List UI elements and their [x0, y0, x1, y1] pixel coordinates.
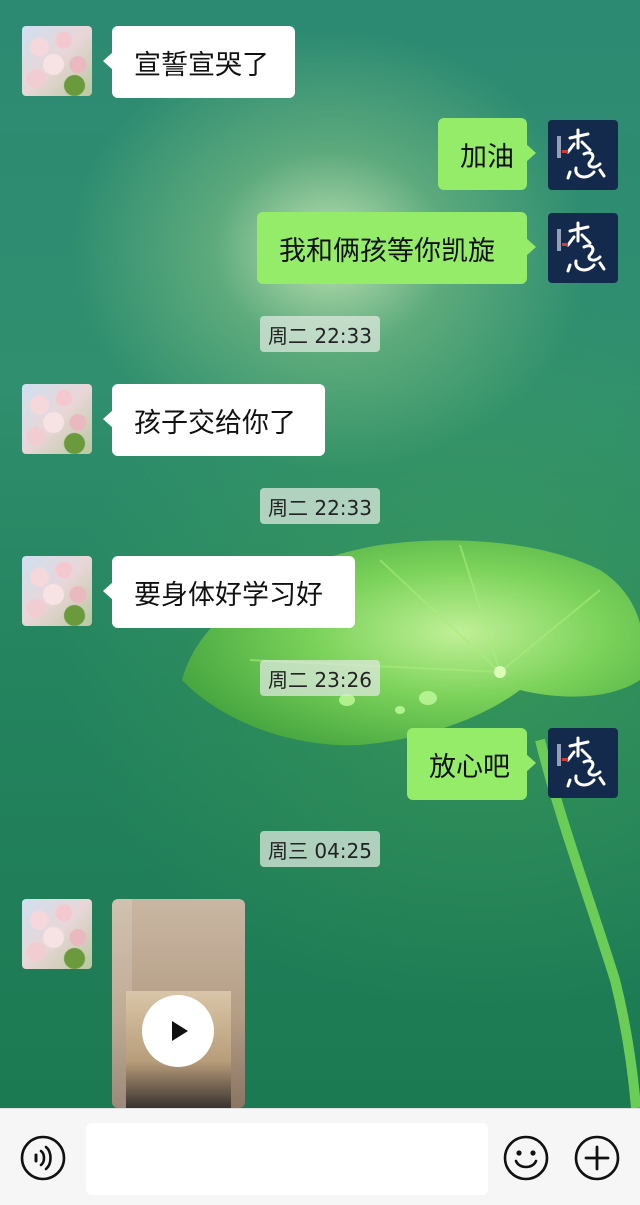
lotus-leaf-wallpaper	[182, 540, 640, 1108]
timestamp: 周二 23:26	[260, 660, 380, 696]
incoming-message[interactable]: 孩子交给你了	[103, 384, 325, 456]
timestamp: 周二 22:33	[260, 488, 380, 524]
contact-avatar[interactable]	[22, 384, 92, 454]
video-message[interactable]	[112, 899, 245, 1108]
calligraphy-logo-icon	[557, 736, 606, 788]
contact-avatar[interactable]	[22, 899, 92, 969]
message-text: 要身体好学习好	[134, 579, 323, 611]
incoming-message[interactable]: 要身体好学习好	[103, 556, 355, 628]
contact-avatar[interactable]	[22, 26, 92, 96]
calligraphy-logo-icon	[557, 128, 606, 180]
my-avatar[interactable]	[548, 728, 618, 798]
outgoing-message[interactable]: 我和俩孩等你凯旋	[257, 212, 536, 284]
emoji-button[interactable]	[502, 1134, 550, 1182]
incoming-message[interactable]: 宣誓宣哭了	[103, 26, 295, 98]
timestamp: 周二 22:33	[260, 316, 380, 352]
play-button[interactable]	[142, 995, 214, 1067]
input-bar	[0, 1108, 640, 1205]
voice-icon	[20, 1135, 66, 1181]
calligraphy-logo-icon	[557, 221, 606, 273]
timestamp: 周三 04:25	[260, 831, 380, 867]
message-text: 宣誓宣哭了	[134, 49, 269, 81]
add-button[interactable]	[573, 1134, 621, 1182]
voice-button[interactable]	[19, 1134, 67, 1182]
contact-avatar[interactable]	[22, 556, 92, 626]
message-input[interactable]	[86, 1123, 488, 1195]
my-avatar[interactable]	[548, 213, 618, 283]
outgoing-message[interactable]: 放心吧	[407, 728, 536, 800]
plus-icon	[574, 1135, 620, 1181]
outgoing-message[interactable]: 加油	[438, 118, 536, 190]
message-text: 孩子交给你了	[134, 407, 296, 439]
play-icon	[172, 1021, 188, 1041]
message-text: 加油	[460, 141, 514, 173]
emoji-icon	[503, 1135, 549, 1181]
message-text: 放心吧	[429, 751, 510, 783]
my-avatar[interactable]	[548, 120, 618, 190]
message-text: 我和俩孩等你凯旋	[279, 235, 495, 267]
